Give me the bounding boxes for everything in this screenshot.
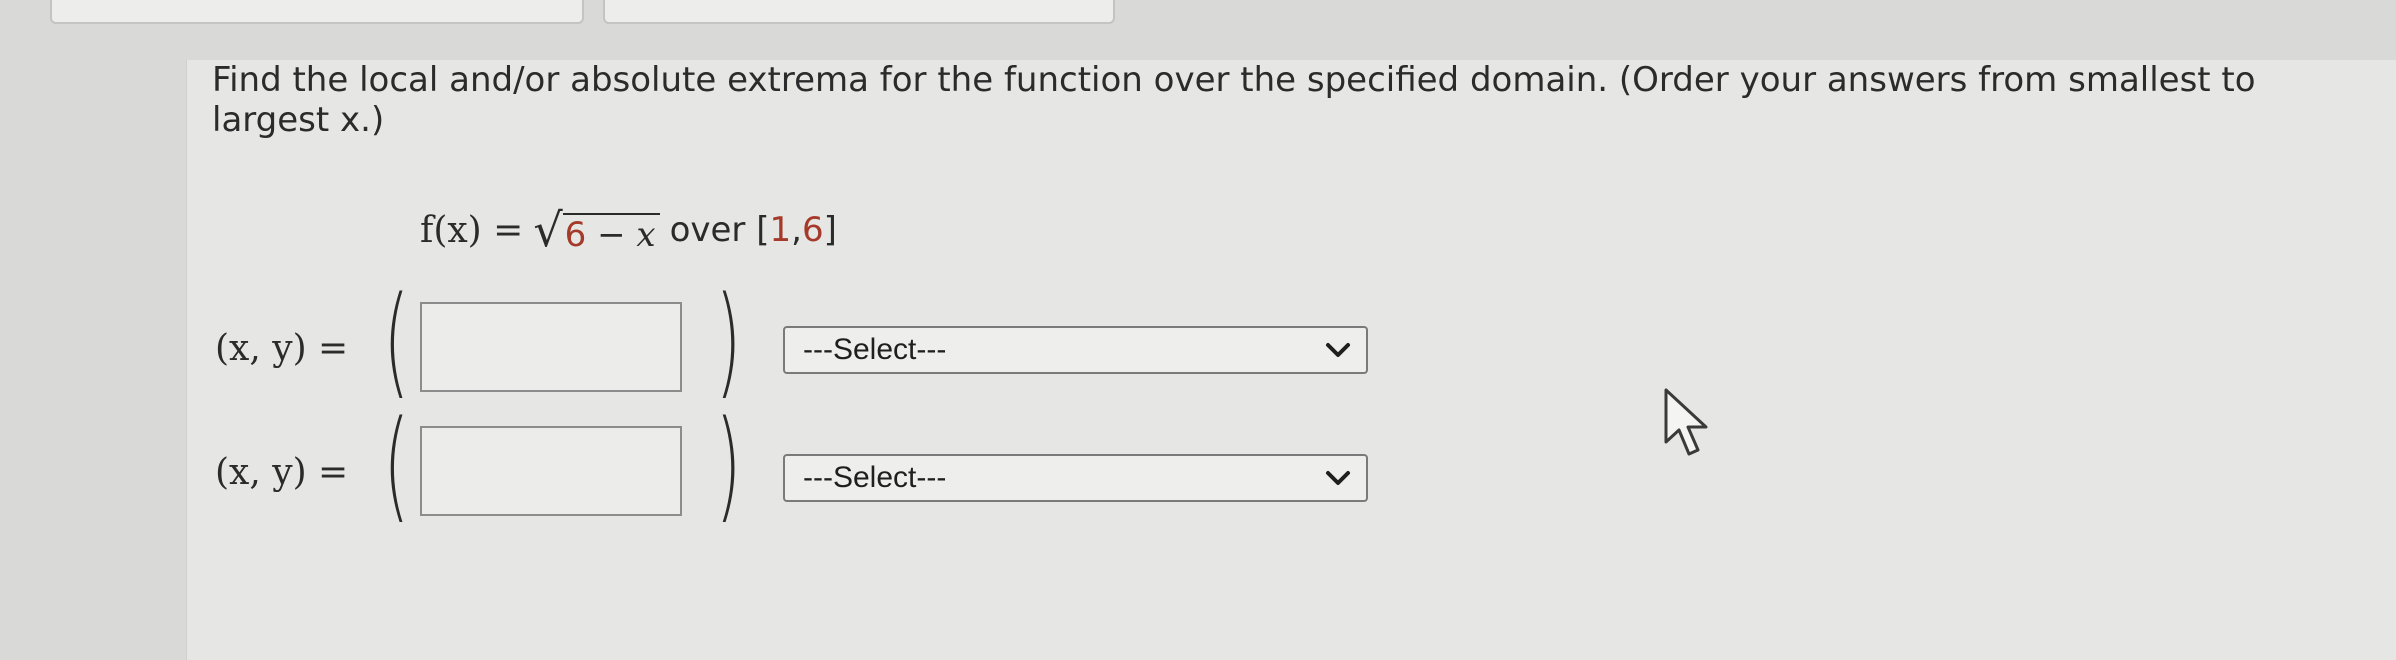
- square-root: √ 6 − x: [533, 203, 660, 257]
- radicand-operator: −: [586, 215, 637, 255]
- top-tab-right[interactable]: [603, 0, 1115, 24]
- interval-open-bracket: [: [756, 210, 770, 250]
- xy-label: (x, y) =: [215, 451, 349, 493]
- extrema-type-select[interactable]: ---Select---: [783, 454, 1368, 502]
- question-prompt: Find the local and/or absolute extrema f…: [212, 60, 2256, 140]
- interval-close-bracket: ]: [823, 210, 837, 250]
- select-label: ---Select---: [803, 333, 947, 366]
- open-paren: (: [383, 272, 410, 411]
- point-answer-input[interactable]: [420, 302, 682, 392]
- extrema-type-select[interactable]: ---Select---: [783, 326, 1368, 374]
- radicand-variable: x: [636, 215, 656, 255]
- interval-comma: ,: [791, 210, 802, 250]
- interval-start: 1: [769, 210, 792, 250]
- top-tab-left[interactable]: [50, 0, 584, 24]
- close-paren: ): [715, 272, 742, 411]
- radicand-constant: 6: [564, 215, 587, 255]
- xy-label: (x, y) =: [215, 327, 349, 369]
- interval-end: 6: [801, 210, 824, 250]
- radicand: 6 − x: [562, 213, 660, 255]
- open-paren: (: [383, 396, 410, 535]
- radical-sign-icon: √: [533, 203, 563, 257]
- chevron-down-icon: [1326, 343, 1350, 357]
- select-label: ---Select---: [803, 461, 947, 494]
- over-word: over: [669, 210, 746, 250]
- close-paren: ): [715, 396, 742, 535]
- mouse-pointer-icon: [1664, 388, 1708, 456]
- function-lhs: f(x) =: [420, 209, 524, 251]
- chevron-down-icon: [1326, 471, 1350, 485]
- function-formula: f(x) = √ 6 − x over [1, 6]: [420, 205, 837, 255]
- point-answer-input[interactable]: [420, 426, 682, 516]
